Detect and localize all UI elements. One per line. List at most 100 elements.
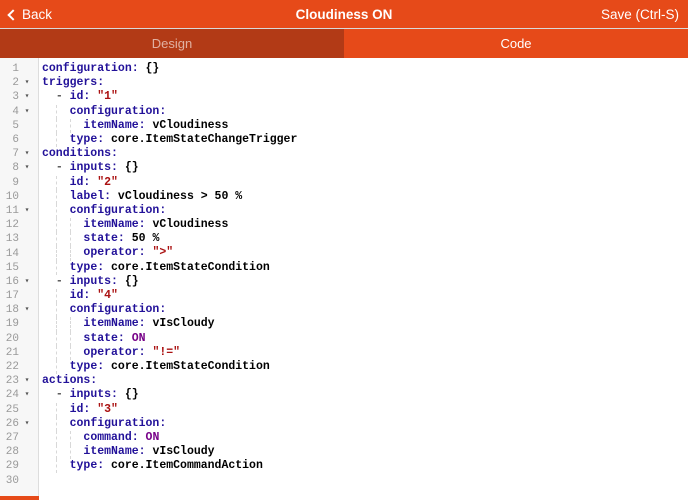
code-line[interactable]: type: core.ItemCommandAction xyxy=(42,459,688,473)
back-button[interactable]: Back xyxy=(9,7,52,22)
code-line[interactable]: - inputs: {} xyxy=(42,161,688,175)
line-number: 21 xyxy=(0,347,19,359)
line-number: 20 xyxy=(0,333,19,345)
code-line[interactable]: state: 50 % xyxy=(42,232,688,246)
line-number: 13 xyxy=(0,233,19,245)
indent-guide xyxy=(56,417,57,431)
indent-guide xyxy=(56,403,57,417)
code-line[interactable]: id: "3" xyxy=(42,403,688,417)
back-button-label: Back xyxy=(22,7,52,22)
indent-guide xyxy=(56,105,57,119)
code-line[interactable]: actions: xyxy=(42,374,688,388)
line-number: 1 xyxy=(0,63,19,75)
tab-design[interactable]: Design xyxy=(0,29,344,58)
line-number: 26 xyxy=(0,418,19,430)
back-chevron-icon xyxy=(7,9,18,20)
indent-guide xyxy=(56,332,57,346)
code-line[interactable]: triggers: xyxy=(42,76,688,90)
code-line[interactable]: configuration: xyxy=(42,204,688,218)
indent-guide xyxy=(56,176,57,190)
gutter-line: 18▾ xyxy=(0,303,38,317)
fold-arrow-icon[interactable]: ▾ xyxy=(19,417,35,431)
line-number: 2 xyxy=(0,77,19,89)
code-line[interactable]: itemName: vCloudiness xyxy=(42,119,688,133)
gutter-line: 26▾ xyxy=(0,417,38,431)
indent-guide xyxy=(70,218,71,232)
fold-arrow-icon[interactable]: ▾ xyxy=(19,161,35,175)
gutter-line: 16▾ xyxy=(0,275,38,289)
editor-code[interactable]: configuration: {}triggers: - id: "1" con… xyxy=(39,58,688,500)
indent-guide xyxy=(70,317,71,331)
indent-guide xyxy=(56,246,57,260)
gutter-line: 19 xyxy=(0,317,38,331)
save-button[interactable]: Save (Ctrl-S) xyxy=(601,7,679,22)
fold-arrow-icon[interactable]: ▾ xyxy=(19,90,35,104)
fold-arrow-icon[interactable]: ▾ xyxy=(19,275,35,289)
code-line[interactable]: configuration: xyxy=(42,105,688,119)
indent-guide xyxy=(70,431,71,445)
indent-guide xyxy=(56,204,57,218)
tab-code[interactable]: Code xyxy=(344,29,688,58)
fold-arrow-icon[interactable]: ▾ xyxy=(19,105,35,119)
indent-guide xyxy=(56,317,57,331)
code-line[interactable]: configuration: {} xyxy=(42,62,688,76)
gutter-line: 6 xyxy=(0,133,38,147)
gutter-line: 23▾ xyxy=(0,374,38,388)
code-line[interactable]: - inputs: {} xyxy=(42,388,688,402)
code-line[interactable]: command: ON xyxy=(42,431,688,445)
code-line[interactable]: configuration: xyxy=(42,303,688,317)
code-line[interactable]: conditions: xyxy=(42,147,688,161)
indent-guide xyxy=(56,346,57,360)
code-line[interactable]: itemName: vIsCloudy xyxy=(42,445,688,459)
fold-arrow-icon[interactable]: ▾ xyxy=(19,303,35,317)
indent-guide xyxy=(56,459,57,473)
bottom-accent-strip xyxy=(0,496,39,500)
code-line[interactable]: - id: "1" xyxy=(42,90,688,104)
gutter-line: 12 xyxy=(0,218,38,232)
line-number: 19 xyxy=(0,318,19,330)
code-line[interactable]: operator: ">" xyxy=(42,246,688,260)
gutter-line: 28 xyxy=(0,445,38,459)
indent-guide xyxy=(70,119,71,133)
code-line[interactable]: itemName: vIsCloudy xyxy=(42,317,688,331)
fold-arrow-icon[interactable]: ▾ xyxy=(19,374,35,388)
line-number: 16 xyxy=(0,276,19,288)
gutter-line: 14 xyxy=(0,246,38,260)
line-number: 18 xyxy=(0,304,19,316)
indent-guide xyxy=(56,232,57,246)
fold-arrow-icon[interactable]: ▾ xyxy=(19,147,35,161)
code-line[interactable]: id: "2" xyxy=(42,176,688,190)
fold-arrow-icon[interactable]: ▾ xyxy=(19,388,35,402)
code-line[interactable]: label: vCloudiness > 50 % xyxy=(42,190,688,204)
fold-arrow-icon[interactable]: ▾ xyxy=(19,76,35,90)
code-line[interactable]: state: ON xyxy=(42,332,688,346)
line-number: 22 xyxy=(0,361,19,373)
code-line[interactable] xyxy=(42,473,688,487)
code-editor: 12▾3▾4▾567▾8▾91011▾1213141516▾1718▾19202… xyxy=(0,58,688,500)
gutter-line: 9 xyxy=(0,176,38,190)
gutter-line: 5 xyxy=(0,119,38,133)
gutter-line: 25 xyxy=(0,403,38,417)
code-line[interactable]: itemName: vCloudiness xyxy=(42,218,688,232)
fold-arrow-icon[interactable]: ▾ xyxy=(19,204,35,218)
indent-guide xyxy=(56,261,57,275)
code-line[interactable]: configuration: xyxy=(42,417,688,431)
code-line[interactable]: type: core.ItemStateCondition xyxy=(42,360,688,374)
gutter-line: 2▾ xyxy=(0,76,38,90)
indent-guide xyxy=(56,119,57,133)
gutter-line: 29 xyxy=(0,459,38,473)
line-number: 10 xyxy=(0,191,19,203)
line-number: 11 xyxy=(0,205,19,217)
code-line[interactable]: - inputs: {} xyxy=(42,275,688,289)
code-line[interactable]: type: core.ItemStateCondition xyxy=(42,261,688,275)
code-line[interactable]: type: core.ItemStateChangeTrigger xyxy=(42,133,688,147)
line-number: 29 xyxy=(0,460,19,472)
indent-guide xyxy=(56,289,57,303)
line-number: 8 xyxy=(0,162,19,174)
code-line[interactable]: operator: "!=" xyxy=(42,346,688,360)
indent-guide xyxy=(70,332,71,346)
code-line[interactable]: id: "4" xyxy=(42,289,688,303)
gutter-line: 15 xyxy=(0,261,38,275)
gutter-line: 20 xyxy=(0,332,38,346)
gutter-line: 11▾ xyxy=(0,204,38,218)
